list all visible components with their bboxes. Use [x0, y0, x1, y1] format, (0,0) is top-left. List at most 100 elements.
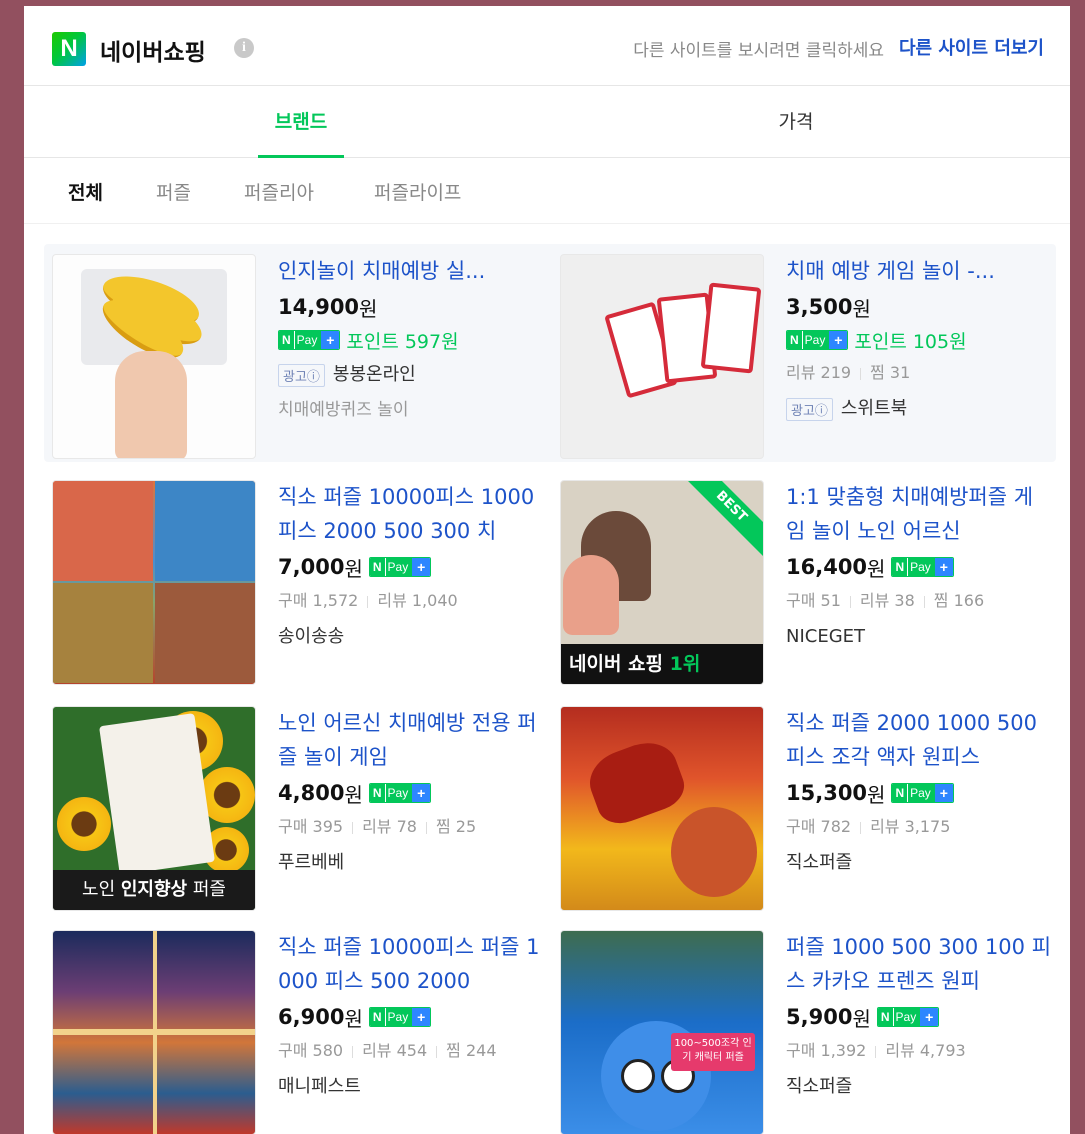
- banner-text: 네이버 쇼핑: [569, 653, 664, 675]
- product-card[interactable]: 치매 예방 게임 놀이 -... 3,500 원 N Pay + 포인트 105원 …: [560, 254, 1056, 459]
- product-title[interactable]: 직소 퍼즐 10000피스 퍼즐 1000 피스 500 2000: [278, 930, 544, 998]
- product-info: 퍼즐 1000 500 300 100 피스 카카오 프렌즈 원피 5,900 …: [786, 930, 1052, 1106]
- banner-text-c: 퍼즐: [187, 879, 226, 900]
- product-title[interactable]: 노인 어르신 치매예방 전용 퍼즐 놀이 게임: [278, 706, 544, 774]
- npay-badge-icon: N Pay +: [891, 557, 954, 577]
- seller-name[interactable]: 스위트북: [841, 390, 907, 428]
- product-info: 인지놀이 치매예방 실... 14,900 원 N Pay + 포인트 597원 광…: [278, 254, 544, 426]
- product-thumbnail[interactable]: [52, 254, 256, 459]
- other-sites-link[interactable]: 다른 사이트 더보기: [899, 34, 1044, 60]
- puzzle-photo-cell: [155, 481, 255, 581]
- tab-brand[interactable]: 브랜드: [258, 86, 344, 158]
- panel-title[interactable]: 네이버쇼핑: [100, 33, 206, 67]
- npay-n: N: [787, 331, 802, 349]
- purchase-count: 구매 51: [786, 591, 841, 610]
- wish-count: 찜 25: [435, 817, 477, 836]
- product-price: 15,300: [786, 781, 868, 805]
- npay-pay: Pay: [384, 1008, 413, 1026]
- info-icon[interactable]: i: [234, 38, 254, 58]
- product-card[interactable]: 직소 퍼즐 2000 1000 500피스 조각 액자 원피스 15,300 원…: [560, 706, 1056, 911]
- product-subtitle: 치매예방퀴즈 놀이: [278, 400, 409, 420]
- product-title[interactable]: 퍼즐 1000 500 300 100 피스 카카오 프렌즈 원피: [786, 930, 1052, 998]
- purchase-count: 구매 580: [278, 1041, 344, 1060]
- seller-name[interactable]: 직소퍼즐: [786, 844, 1052, 882]
- filter-all[interactable]: 전체: [68, 178, 103, 205]
- seller-name[interactable]: 직소퍼즐: [786, 1068, 1052, 1106]
- product-title[interactable]: 직소 퍼즐 10000피스 1000 피스 2000 500 300 치: [278, 480, 544, 548]
- ad-row: 광고ⓘ 스위트북: [786, 390, 1052, 428]
- product-thumbnail[interactable]: 노인 인지향상 퍼즐: [52, 706, 256, 911]
- price-row: 4,800 원 N Pay +: [278, 776, 544, 810]
- product-title[interactable]: 직소 퍼즐 2000 1000 500피스 조각 액자 원피스: [786, 706, 1052, 774]
- product-thumbnail[interactable]: [52, 480, 256, 685]
- npay-pay: Pay: [384, 784, 413, 802]
- divider: [436, 1045, 438, 1058]
- npay-pay: Pay: [801, 331, 830, 349]
- divider: [923, 595, 925, 608]
- npay-plus: +: [934, 784, 953, 802]
- npay-badge-icon: N Pay +: [368, 557, 432, 577]
- product-info: 직소 퍼즐 10000피스 1000 피스 2000 500 300 치 7,0…: [278, 480, 544, 656]
- npay-n: N: [369, 558, 385, 576]
- price-row: 5,900 원 N Pay +: [786, 1000, 1052, 1034]
- seller-name[interactable]: 봉봉온라인: [333, 356, 416, 394]
- product-thumbnail[interactable]: [560, 254, 764, 459]
- npay-badge-icon: N Pay +: [876, 1007, 940, 1027]
- tab-price[interactable]: 가격: [746, 86, 846, 158]
- seller-name[interactable]: 푸르베베: [278, 844, 544, 882]
- wish-count: 찜 244: [446, 1041, 497, 1060]
- product-card[interactable]: 100~500조각 인기 캐릭터 퍼즐 퍼즐 1000 500 300 100 …: [560, 930, 1056, 1134]
- puzzle-photo-cell: [155, 583, 255, 683]
- wish-count: 찜 31: [870, 363, 911, 382]
- npay-n: N: [892, 784, 908, 802]
- npay-plus: +: [412, 1008, 431, 1026]
- product-thumbnail[interactable]: [560, 706, 764, 911]
- filter-puzzle[interactable]: 퍼즐: [156, 178, 191, 205]
- npay-plus: +: [934, 558, 953, 576]
- seller-name[interactable]: 매니페스트: [278, 1068, 544, 1106]
- purchase-count: 구매 782: [786, 817, 852, 836]
- price-unit: 원: [359, 296, 378, 321]
- ad-badge[interactable]: 광고ⓘ: [278, 363, 325, 387]
- product-card[interactable]: 직소 퍼즐 10000피스 퍼즐 1000 피스 500 2000 6,900 …: [52, 930, 548, 1134]
- product-price: 3,500: [786, 295, 853, 319]
- product-info: 직소 퍼즐 10000피스 퍼즐 1000 피스 500 2000 6,900 …: [278, 930, 544, 1106]
- product-price: 4,800: [278, 781, 345, 805]
- product-title[interactable]: 치매 예방 게임 놀이 -...: [786, 254, 1052, 288]
- seller-name[interactable]: NICEGET: [786, 618, 1052, 656]
- npay-n: N: [892, 558, 908, 576]
- npay-pay: Pay: [384, 558, 413, 576]
- filter-puzzlia[interactable]: 퍼즐리아: [244, 178, 314, 205]
- product-stats: 구매 1,392 리뷰 4,793: [786, 1034, 1052, 1068]
- seller-name[interactable]: 송이송송: [278, 618, 544, 656]
- product-thumbnail[interactable]: [52, 930, 256, 1134]
- luffy-shape: [671, 807, 757, 897]
- other-site-hint: 다른 사이트를 보시려면 클릭하세요: [633, 41, 884, 61]
- price-unit: 원: [867, 782, 886, 807]
- product-title[interactable]: 1:1 맞춤형 치매예방퍼즐 게임 놀이 노인 어르신: [786, 480, 1052, 548]
- price-row: 14,900 원: [278, 290, 544, 324]
- puzzle-photo-cell: [53, 481, 153, 581]
- product-card[interactable]: 직소 퍼즐 10000피스 1000 피스 2000 500 300 치 7,0…: [52, 480, 548, 685]
- product-thumbnail[interactable]: BEST 네이버 쇼핑 1위: [560, 480, 764, 685]
- product-thumbnail[interactable]: 100~500조각 인기 캐릭터 퍼즐: [560, 930, 764, 1134]
- worksheet-paper: [99, 713, 215, 875]
- product-card[interactable]: 인지놀이 치매예방 실... 14,900 원 N Pay + 포인트 597원 광…: [52, 254, 548, 459]
- cognition-puzzle-banner: 노인 인지향상 퍼즐: [53, 870, 255, 910]
- product-price: 14,900: [278, 295, 360, 319]
- filter-puzzle-life[interactable]: 퍼즐라이프: [374, 178, 461, 205]
- banner-rank: 1위: [669, 653, 701, 675]
- product-title[interactable]: 인지놀이 치매예방 실...: [278, 254, 544, 288]
- product-card[interactable]: 노인 인지향상 퍼즐 노인 어르신 치매예방 전용 퍼즐 놀이 게임 4,800…: [52, 706, 548, 911]
- banner-text-b: 인지향상: [120, 879, 188, 900]
- puzzle-promo-tag: 100~500조각 인기 캐릭터 퍼즐: [671, 1033, 755, 1071]
- divider: [860, 367, 862, 380]
- review-count: 리뷰 78: [362, 817, 417, 836]
- product-info: 직소 퍼즐 2000 1000 500피스 조각 액자 원피스 15,300 원…: [786, 706, 1052, 882]
- product-card[interactable]: BEST 네이버 쇼핑 1위 1:1 맞춤형 치매예방퍼즐 게임 놀이 노인 어…: [560, 480, 1056, 685]
- purchase-count: 구매 1,572: [278, 591, 359, 610]
- ad-badge[interactable]: 광고ⓘ: [786, 397, 833, 421]
- npay-pay: Pay: [907, 784, 935, 802]
- npay-n: N: [369, 1008, 385, 1026]
- product-stats: 구매 395 리뷰 78 찜 25: [278, 810, 544, 844]
